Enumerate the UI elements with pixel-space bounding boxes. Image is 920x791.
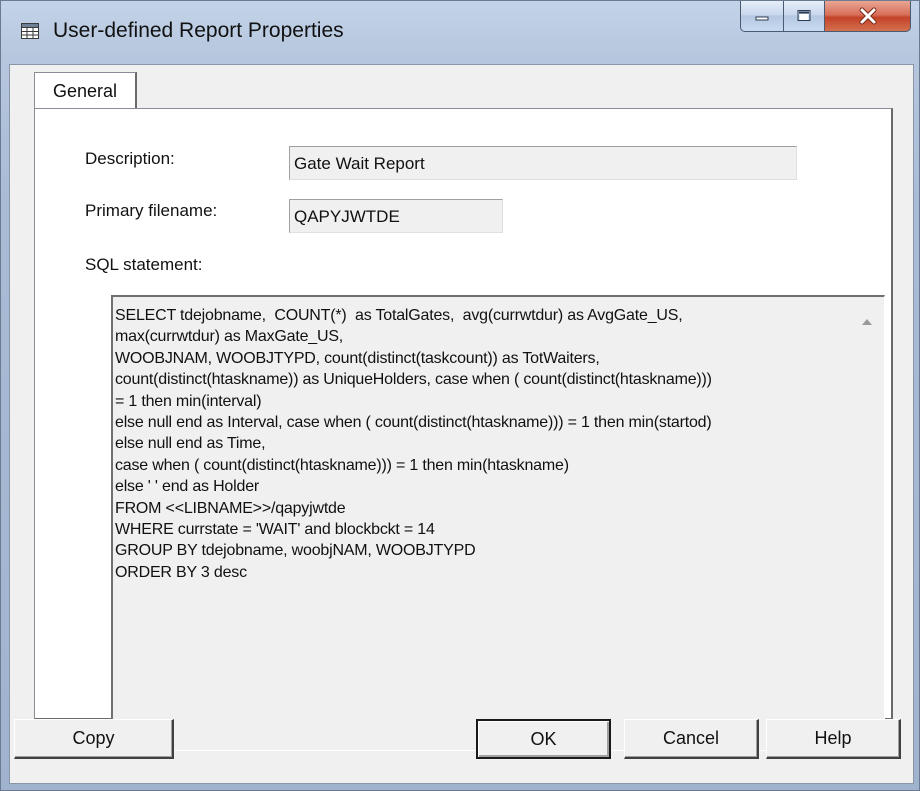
dialog-window: User-defined Report Properties General D… [0, 0, 920, 791]
description-label: Description: [85, 149, 175, 168]
primary-filename-field[interactable]: QAPYJWTDE [289, 199, 503, 233]
close-button[interactable] [824, 1, 911, 32]
title-bar[interactable]: User-defined Report Properties [1, 1, 919, 64]
sql-statement-textarea[interactable]: SELECT tdejobname, COUNT(*) as TotalGate… [111, 295, 885, 751]
dialog-client-area: General Description: Gate Wait Report Pr… [9, 64, 914, 784]
scroll-up-icon[interactable] [862, 319, 872, 325]
cancel-button[interactable]: Cancel [624, 719, 759, 759]
maximize-icon [797, 10, 811, 21]
table-icon [21, 23, 39, 39]
general-tab-page: Description: Gate Wait Report Primary fi… [34, 108, 893, 751]
vertical-scrollbar[interactable] [852, 297, 884, 749]
minimize-button[interactable] [740, 1, 784, 32]
sql-statement-label: SQL statement: [85, 255, 203, 274]
description-field[interactable]: Gate Wait Report [289, 146, 797, 180]
help-button[interactable]: Help [766, 719, 901, 759]
sql-statement-text[interactable]: SELECT tdejobname, COUNT(*) as TotalGate… [113, 297, 855, 755]
maximize-button[interactable] [783, 1, 825, 32]
window-title: User-defined Report Properties [53, 19, 344, 42]
close-icon [859, 7, 876, 25]
minimize-icon [755, 16, 769, 21]
ok-button[interactable]: OK [476, 719, 611, 759]
tab-general[interactable]: General [34, 72, 137, 109]
copy-button[interactable]: Copy [14, 719, 174, 759]
primary-filename-label: Primary filename: [85, 201, 218, 220]
